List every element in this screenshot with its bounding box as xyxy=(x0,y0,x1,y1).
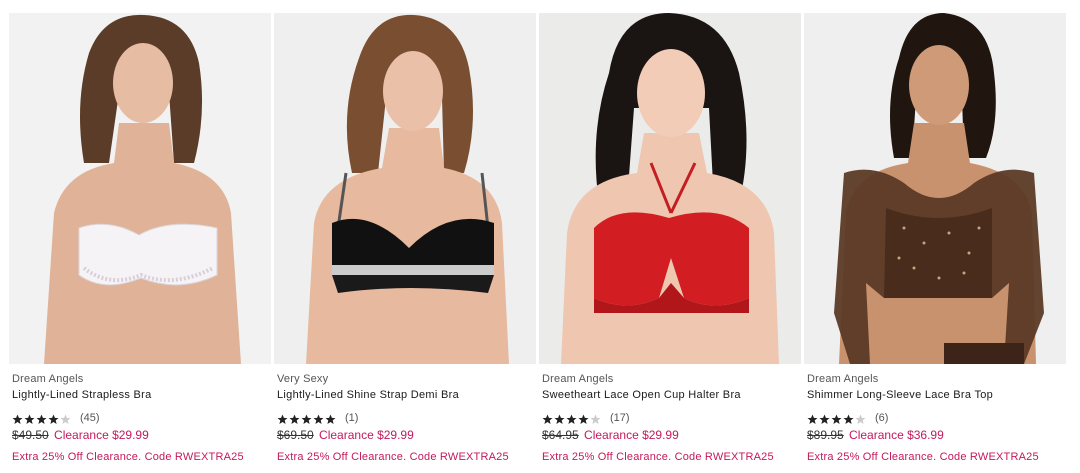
star-empty-icon xyxy=(855,412,866,424)
star-rating xyxy=(807,412,867,424)
star-filled-icon xyxy=(36,412,47,424)
product-brand: Dream Angels xyxy=(12,373,84,385)
star-filled-icon xyxy=(24,412,35,424)
star-filled-icon xyxy=(289,412,300,424)
star-rating xyxy=(542,412,602,424)
product-brand: Dream Angels xyxy=(807,373,879,385)
product-rating[interactable]: (1) xyxy=(277,411,536,424)
product-card[interactable]: Dream Angels Lightly-Lined Strapless Bra… xyxy=(9,13,271,464)
star-filled-icon xyxy=(325,412,336,424)
star-filled-icon xyxy=(578,412,589,424)
product-rating[interactable]: (45) xyxy=(12,411,271,424)
star-empty-icon xyxy=(60,412,71,424)
product-image[interactable] xyxy=(274,13,536,364)
original-price: $89.95 xyxy=(807,428,844,442)
product-price: $49.50 Clearance $29.99 xyxy=(12,428,271,442)
sale-price: Clearance $29.99 xyxy=(54,428,149,442)
star-filled-icon xyxy=(819,412,830,424)
product-rating[interactable]: (17) xyxy=(542,411,801,424)
review-count: (6) xyxy=(875,411,889,424)
product-image[interactable] xyxy=(539,13,801,364)
star-rating xyxy=(277,412,337,424)
product-name[interactable]: Lightly-Lined Strapless Bra xyxy=(12,389,271,402)
review-count: (17) xyxy=(610,411,630,424)
star-filled-icon xyxy=(313,412,324,424)
product-grid: Dream Angels Lightly-Lined Strapless Bra… xyxy=(0,0,1080,473)
review-count: (45) xyxy=(80,411,100,424)
product-price: $69.50 Clearance $29.99 xyxy=(277,428,536,442)
star-filled-icon xyxy=(831,412,842,424)
product-image[interactable] xyxy=(9,13,271,364)
product-brand: Very Sexy xyxy=(277,373,329,385)
product-price: $64.95 Clearance $29.99 xyxy=(542,428,801,442)
star-filled-icon xyxy=(12,412,23,424)
star-filled-icon xyxy=(807,412,818,424)
promo-text: Extra 25% Off Clearance. Code RWEXTRA25 xyxy=(12,451,244,463)
star-filled-icon xyxy=(554,412,565,424)
star-filled-icon xyxy=(277,412,288,424)
star-empty-icon xyxy=(590,412,601,424)
promo-text: Extra 25% Off Clearance. Code RWEXTRA25 xyxy=(542,451,774,463)
promo-text: Extra 25% Off Clearance. Code RWEXTRA25 xyxy=(807,451,1039,463)
star-filled-icon xyxy=(48,412,59,424)
original-price: $69.50 xyxy=(277,428,314,442)
product-price: $89.95 Clearance $36.99 xyxy=(807,428,1066,442)
sale-price: Clearance $36.99 xyxy=(849,428,944,442)
original-price: $49.50 xyxy=(12,428,49,442)
promo-text: Extra 25% Off Clearance. Code RWEXTRA25 xyxy=(277,451,509,463)
product-name[interactable]: Shimmer Long-Sleeve Lace Bra Top xyxy=(807,389,1066,402)
star-rating xyxy=(12,412,72,424)
product-brand: Dream Angels xyxy=(542,373,614,385)
star-filled-icon xyxy=(843,412,854,424)
star-filled-icon xyxy=(301,412,312,424)
sale-price: Clearance $29.99 xyxy=(584,428,679,442)
product-name[interactable]: Lightly-Lined Shine Strap Demi Bra xyxy=(277,389,536,402)
sale-price: Clearance $29.99 xyxy=(319,428,414,442)
product-rating[interactable]: (6) xyxy=(807,411,1066,424)
product-card[interactable]: Very Sexy Lightly-Lined Shine Strap Demi… xyxy=(274,13,536,464)
product-name[interactable]: Sweetheart Lace Open Cup Halter Bra xyxy=(542,389,801,402)
star-filled-icon xyxy=(542,412,553,424)
product-image[interactable] xyxy=(804,13,1066,364)
star-filled-icon xyxy=(566,412,577,424)
review-count: (1) xyxy=(345,411,359,424)
original-price: $64.95 xyxy=(542,428,579,442)
product-card[interactable]: Dream Angels Shimmer Long-Sleeve Lace Br… xyxy=(804,13,1066,464)
product-card[interactable]: Dream Angels Sweetheart Lace Open Cup Ha… xyxy=(539,13,801,464)
